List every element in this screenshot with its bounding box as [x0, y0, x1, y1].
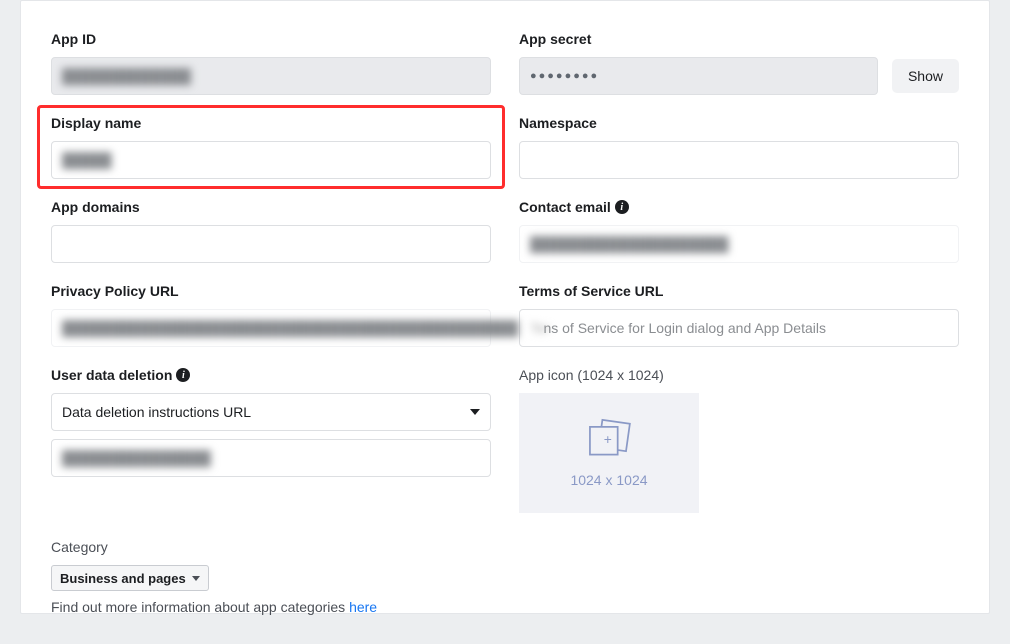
- input-privacy-url[interactable]: ████████████████████████████████████████…: [51, 309, 491, 347]
- label-app-icon: App icon (1024 x 1024): [519, 367, 959, 383]
- input-display-name[interactable]: █████: [51, 141, 491, 179]
- field-data-deletion: User data deletion i Data deletion instr…: [51, 367, 491, 513]
- field-app-secret: App secret ●●●●●●●● Show: [519, 31, 959, 95]
- field-category: Category Business and pages Find out mor…: [51, 539, 959, 615]
- field-app-id: App ID █████████████: [51, 31, 491, 95]
- select-category[interactable]: Business and pages: [51, 565, 209, 591]
- label-app-domains: App domains: [51, 199, 491, 215]
- info-icon[interactable]: i: [176, 368, 190, 382]
- label-display-name: Display name: [51, 115, 491, 131]
- select-data-deletion-type[interactable]: Data deletion instructions URL: [51, 393, 491, 431]
- field-contact-email: Contact email i ████████████████████: [519, 199, 959, 263]
- input-data-deletion-url[interactable]: ███████████████: [51, 439, 491, 477]
- image-upload-icon: +: [583, 418, 635, 460]
- field-terms-url: Terms of Service URL Ter ns of Service f…: [519, 283, 959, 347]
- label-namespace: Namespace: [519, 115, 959, 131]
- label-app-id: App ID: [51, 31, 491, 47]
- label-contact-email: Contact email i: [519, 199, 959, 215]
- show-secret-button[interactable]: Show: [892, 59, 959, 93]
- label-app-secret: App secret: [519, 31, 959, 47]
- field-display-name: Display name █████: [51, 115, 491, 179]
- label-privacy-url: Privacy Policy URL: [51, 283, 491, 299]
- field-app-domains: App domains: [51, 199, 491, 263]
- input-namespace[interactable]: [519, 141, 959, 179]
- input-app-id: █████████████: [51, 57, 491, 95]
- field-app-icon: App icon (1024 x 1024) + 1024 x 1024: [519, 367, 959, 513]
- category-helper-text: Find out more information about app cate…: [51, 599, 959, 615]
- field-namespace: Namespace: [519, 115, 959, 179]
- svg-text:+: +: [604, 431, 612, 447]
- app-icon-size-text: 1024 x 1024: [570, 472, 647, 488]
- label-data-deletion: User data deletion i: [51, 367, 491, 383]
- label-terms-url: Terms of Service URL: [519, 283, 959, 299]
- info-icon[interactable]: i: [615, 200, 629, 214]
- input-app-secret: ●●●●●●●●: [519, 57, 878, 95]
- app-icon-uploader[interactable]: + 1024 x 1024: [519, 393, 699, 513]
- input-terms-url[interactable]: Ter ns of Service for Login dialog and A…: [519, 309, 959, 347]
- category-learn-more-link[interactable]: here: [349, 599, 377, 615]
- field-privacy-url: Privacy Policy URL █████████████████████…: [51, 283, 491, 347]
- input-contact-email[interactable]: ████████████████████: [519, 225, 959, 263]
- label-category: Category: [51, 539, 959, 555]
- chevron-down-icon: [470, 409, 480, 415]
- settings-card: App ID █████████████ App secret ●●●●●●●●…: [20, 0, 990, 614]
- input-app-domains[interactable]: [51, 225, 491, 263]
- chevron-down-icon: [192, 576, 200, 581]
